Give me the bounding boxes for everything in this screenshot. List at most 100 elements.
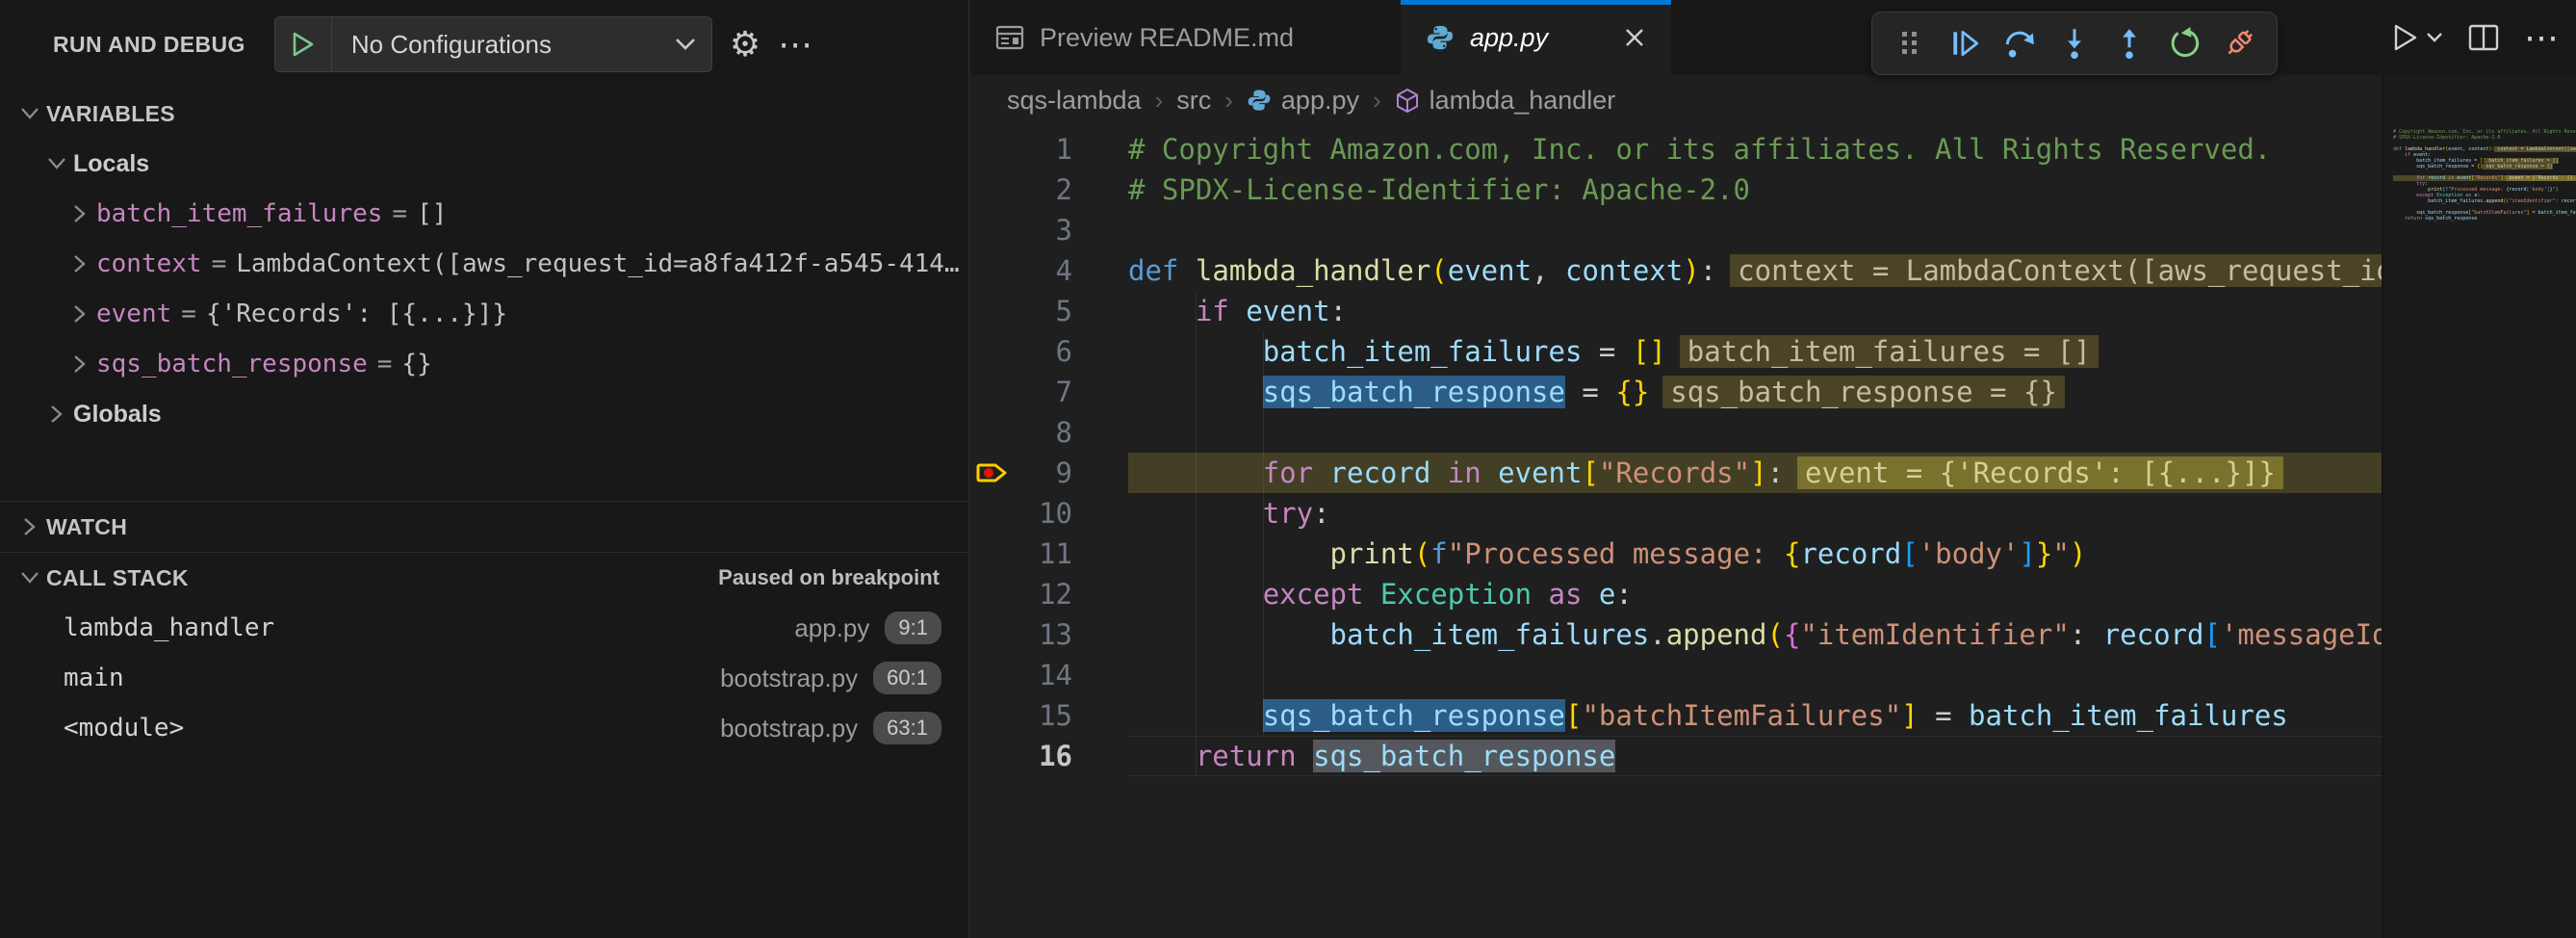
call-stack-frame[interactable]: mainbootstrap.py60:1 — [0, 653, 968, 703]
step-over-icon — [2003, 27, 2036, 60]
breadcrumb-item-folder[interactable]: src — [1176, 86, 1211, 116]
code-line-text[interactable]: if event: — [1128, 291, 2576, 331]
code-line-text[interactable]: return sqs_batch_response — [1128, 736, 2576, 776]
split-editor-icon — [2468, 24, 2499, 51]
code-line[interactable]: 8 — [970, 412, 2576, 453]
code-line-text[interactable]: # SPDX-License-Identifier: Apache-2.0 — [1128, 169, 2576, 210]
minimap-token: event — [2448, 146, 2462, 152]
code-line-text[interactable]: sqs_batch_response = {}sqs_batch_respons… — [1128, 372, 2576, 412]
chevron-down-icon[interactable] — [2426, 32, 2443, 43]
variable-row[interactable]: sqs_batch_response={} — [0, 339, 968, 389]
line-number: 7 — [1017, 372, 1072, 412]
code-line-text[interactable]: # Copyright Amazon.com, Inc. or its affi… — [1128, 129, 2576, 169]
code-line[interactable]: 15 sqs_batch_response["batchItemFailures… — [970, 695, 2576, 736]
minimap-token — [2393, 164, 2416, 169]
code-token: [] — [1633, 335, 1666, 368]
restart-button[interactable] — [2161, 20, 2207, 66]
variable-row[interactable]: event={'Records': [{...}]} — [0, 289, 968, 339]
minimap-token: record — [2428, 175, 2445, 181]
code-token: event — [1246, 295, 1329, 327]
gutter-gap — [1072, 493, 1128, 534]
line-number: 3 — [1017, 210, 1072, 250]
watch-section-header[interactable]: WATCH — [0, 502, 968, 552]
disconnect-button[interactable] — [2216, 20, 2262, 66]
minimap-token — [2393, 198, 2428, 204]
line-number: 5 — [1017, 291, 1072, 331]
breadcrumb-item-file[interactable]: app.py — [1247, 86, 1359, 116]
code-line[interactable]: 11 print(f"Processed message: {record['b… — [970, 534, 2576, 574]
run-python-file-button[interactable] — [2393, 23, 2443, 52]
code-line-text[interactable]: except Exception as e: — [1128, 574, 2576, 614]
variable-name: context — [96, 249, 202, 278]
globals-group-row[interactable]: Globals — [0, 389, 968, 439]
code-line-text[interactable]: print(f"Processed message: {record['body… — [1128, 534, 2576, 574]
code-line-text[interactable]: def lambda_handler(event, context):conte… — [1128, 250, 2576, 291]
step-out-button[interactable] — [2106, 20, 2152, 66]
code-token: f — [1430, 537, 1447, 570]
close-icon[interactable] — [1623, 26, 1646, 49]
code-line[interactable]: 7 sqs_batch_response = {}sqs_batch_respo… — [970, 372, 2576, 412]
call-stack-section-header[interactable]: CALL STACK Paused on breakpoint — [0, 553, 968, 603]
code-editor[interactable]: 1# Copyright Amazon.com, Inc. or its aff… — [970, 125, 2576, 776]
code-line[interactable]: 13 batch_item_failures.append({"itemIden… — [970, 614, 2576, 655]
code-line[interactable]: 12 except Exception as e: — [970, 574, 2576, 614]
code-line-text[interactable] — [1128, 655, 2576, 695]
code-token: record — [1330, 456, 1431, 489]
minimap[interactable]: # Copyright Amazon.com, Inc. or its affi… — [2382, 75, 2576, 938]
code-line[interactable]: 1# Copyright Amazon.com, Inc. or its aff… — [970, 129, 2576, 169]
debug-configuration-dropdown[interactable]: No Configurations — [274, 16, 712, 72]
code-line[interactable]: 9 for record in event["Records"]:event =… — [970, 453, 2576, 493]
variables-section-header[interactable]: VARIABLES — [0, 89, 968, 139]
code-line-text[interactable]: batch_item_failures = []batch_item_failu… — [1128, 331, 2576, 372]
code-line[interactable]: 5 if event: — [970, 291, 2576, 331]
step-over-button[interactable] — [1996, 20, 2043, 66]
call-stack-frame[interactable]: <module>bootstrap.py63:1 — [0, 703, 968, 753]
code-token: for — [1263, 456, 1313, 489]
code-line-text[interactable]: batch_item_failures.append({"itemIdentif… — [1128, 614, 2576, 655]
minimap-token: "itemIdentifier" — [2509, 198, 2555, 204]
current-frame-breakpoint-icon[interactable] — [970, 453, 1017, 493]
tab-app-py[interactable]: app.py — [1401, 0, 1671, 75]
code-line-text[interactable]: try: — [1128, 493, 2576, 534]
variable-name: batch_item_failures — [96, 199, 382, 228]
ellipsis-icon[interactable]: ⋯ — [778, 27, 812, 62]
code-line-text[interactable]: for record in event["Records"]:event = {… — [1128, 453, 2576, 493]
variable-row[interactable]: batch_item_failures=[] — [0, 189, 968, 239]
code-line[interactable]: 3 — [970, 210, 2576, 250]
continue-button[interactable] — [1942, 20, 1988, 66]
variable-row[interactable]: context=LambdaContext([aws_request_id=a8… — [0, 239, 968, 289]
locals-group-row[interactable]: Locals — [0, 139, 968, 189]
line-number: 15 — [1017, 695, 1072, 736]
split-editor-button[interactable] — [2468, 24, 2499, 51]
code-line-text[interactable]: sqs_batch_response["batchItemFailures"] … — [1128, 695, 2576, 736]
frame-name: lambda_handler — [0, 613, 274, 642]
breadcrumb-item-symbol[interactable]: lambda_handler — [1395, 86, 1616, 116]
code-token: def — [1128, 254, 1178, 287]
code-token: event — [1448, 254, 1532, 287]
gear-icon[interactable]: ⚙ — [730, 27, 760, 62]
code-token: , — [1532, 254, 1565, 287]
code-line[interactable]: 6 batch_item_failures = []batch_item_fai… — [970, 331, 2576, 372]
drag-handle[interactable] — [1887, 20, 1933, 66]
code-line[interactable]: 10 try: — [970, 493, 2576, 534]
tab-preview-readme[interactable]: Preview README.md — [970, 0, 1401, 75]
more-actions-button[interactable]: ⋯ — [2524, 17, 2559, 58]
code-line-text[interactable] — [1128, 412, 2576, 453]
step-into-icon — [2058, 27, 2091, 60]
start-debug-button[interactable] — [275, 17, 332, 71]
code-line[interactable]: 16 return sqs_batch_response — [970, 736, 2576, 776]
code-token — [1313, 456, 1329, 489]
breadcrumb-item-folder[interactable]: sqs-lambda — [1007, 86, 1142, 116]
paused-status-badge: Paused on breakpoint — [718, 565, 940, 590]
code-line[interactable]: 2# SPDX-License-Identifier: Apache-2.0 — [970, 169, 2576, 210]
editor-group: Preview README.md app.py — [970, 0, 2576, 938]
method-icon — [1395, 88, 1420, 114]
call-stack-frame[interactable]: lambda_handlerapp.py9:1 — [0, 603, 968, 653]
code-line[interactable]: 14 — [970, 655, 2576, 695]
gutter-gap — [1072, 655, 1128, 695]
code-line-text[interactable] — [1128, 210, 2576, 250]
chevron-right-icon — [64, 304, 96, 324]
code-line[interactable]: 4def lambda_handler(event, context):cont… — [970, 250, 2576, 291]
code-token — [1128, 740, 1196, 772]
step-into-button[interactable] — [2051, 20, 2098, 66]
